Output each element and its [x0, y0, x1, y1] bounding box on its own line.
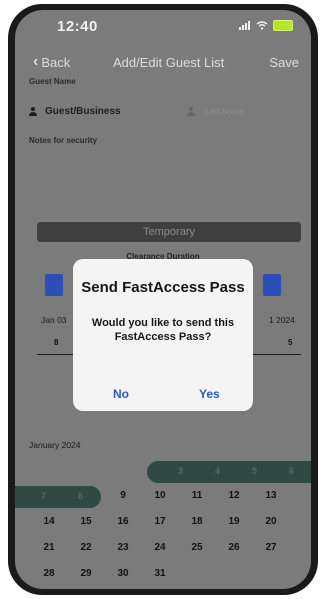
app-screen: 12:40 ‹ Back Add/Edit Guest List Save Gu…	[15, 10, 311, 589]
chevron-left-icon: ‹	[33, 53, 39, 70]
calendar-day[interactable]: 9	[108, 490, 138, 501]
page-title: Add/Edit Guest List	[113, 55, 225, 70]
start-date-indicator[interactable]	[45, 274, 63, 296]
person-icon	[187, 107, 195, 116]
person-icon	[29, 107, 37, 116]
calendar-day[interactable]: 20	[256, 516, 286, 527]
calendar-day[interactable]: 4	[215, 466, 220, 476]
calendar-day[interactable]: 16	[108, 516, 138, 527]
calendar-month-label: January 2024	[29, 440, 81, 450]
calendar-day[interactable]: 13	[256, 490, 286, 501]
selected-range-bottom[interactable]	[15, 486, 101, 508]
dialog-title: Send FastAccess Pass	[81, 279, 245, 296]
end-date-indicator[interactable]	[263, 274, 281, 296]
send-fastaccess-dialog: Send FastAccess Pass Would you like to s…	[73, 259, 253, 411]
phone-frame: 12:40 ‹ Back Add/Edit Guest List Save Gu…	[8, 4, 318, 595]
calendar-day[interactable]: 27	[256, 542, 286, 553]
end-date[interactable]: 1 2024	[269, 315, 295, 325]
calendar-day[interactable]: 5	[252, 466, 257, 476]
selected-range-top[interactable]	[147, 461, 311, 483]
calendar-day[interactable]: 15	[71, 516, 101, 527]
calendar-day[interactable]: 25	[182, 542, 212, 553]
calendar-day[interactable]: 28	[34, 568, 64, 579]
save-button[interactable]: Save	[269, 55, 299, 70]
calendar-day[interactable]: 24	[145, 542, 175, 553]
calendar-day[interactable]: 8	[78, 491, 83, 501]
status-bar: 12:40	[15, 10, 311, 44]
dialog-message: Would you like to send this FastAccess P…	[91, 317, 235, 343]
last-name-field[interactable]: Last Name	[187, 107, 244, 116]
divider	[37, 354, 77, 355]
last-name-placeholder: Last Name	[205, 107, 244, 116]
guest-business-text: Guest/Business	[45, 106, 121, 117]
battery-icon	[273, 20, 293, 31]
calendar-day[interactable]: 31	[145, 568, 175, 579]
temporary-segment[interactable]: Temporary	[37, 222, 301, 242]
wifi-icon	[256, 21, 268, 30]
calendar-day[interactable]: 6	[289, 466, 294, 476]
calendar-day[interactable]: 3	[178, 466, 183, 476]
yes-button[interactable]: Yes	[199, 387, 220, 401]
back-label: Back	[41, 54, 71, 70]
no-button[interactable]: No	[113, 387, 129, 401]
notes-label: Notes for security	[29, 136, 98, 145]
back-button[interactable]: ‹ Back	[33, 54, 70, 70]
calendar-day[interactable]: 11	[182, 490, 212, 501]
calendar-day[interactable]: 10	[145, 490, 175, 501]
divider	[251, 354, 301, 355]
calendar-day[interactable]: 22	[71, 542, 101, 553]
status-time: 12:40	[57, 18, 98, 35]
calendar-day[interactable]: 18	[182, 516, 212, 527]
navigation-bar: ‹ Back Add/Edit Guest List Save	[15, 48, 311, 74]
calendar-day[interactable]: 26	[219, 542, 249, 553]
guest-name-label: Guest Name	[29, 77, 76, 86]
calendar-day[interactable]: 21	[34, 542, 64, 553]
start-date[interactable]: Jan 03	[41, 315, 67, 325]
calendar-day[interactable]: 17	[145, 516, 175, 527]
calendar-day[interactable]: 30	[108, 568, 138, 579]
calendar-day[interactable]: 7	[41, 491, 46, 501]
calendar-day[interactable]: 19	[219, 516, 249, 527]
end-segment[interactable]: 5	[288, 338, 292, 347]
calendar-day[interactable]: 12	[219, 490, 249, 501]
notes-field[interactable]	[29, 148, 299, 208]
guest-business-field[interactable]: Guest/Business	[29, 106, 121, 117]
start-segment[interactable]: 8	[54, 338, 58, 347]
cellular-signal-icon	[239, 21, 251, 30]
calendar-day[interactable]: 23	[108, 542, 138, 553]
calendar-day[interactable]: 29	[71, 568, 101, 579]
status-icons	[239, 20, 293, 31]
calendar-day[interactable]: 14	[34, 516, 64, 527]
